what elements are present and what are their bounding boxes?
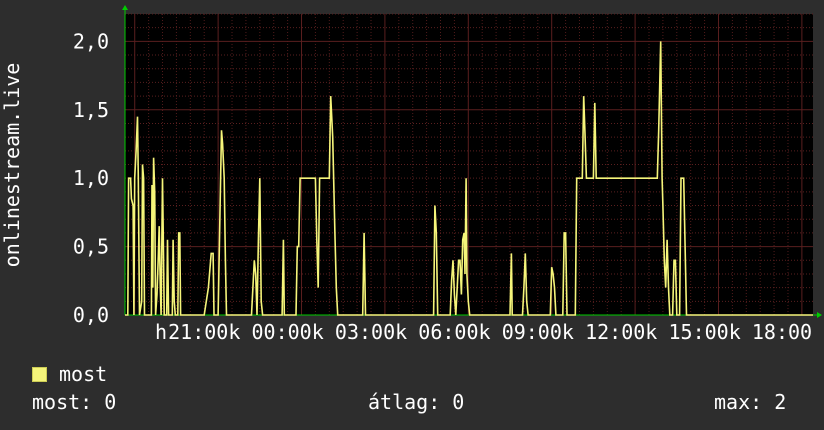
y-tick-label: 0,5 [73,235,109,259]
y-axis-arrow [122,5,128,10]
x-tick-label: 06:00k [418,320,490,344]
stat-average: átlag: 0 [368,390,465,414]
x-tick-label: 21:00k [168,320,240,344]
x-tick-label: 03:00k [335,320,407,344]
y-tick-label: 1,0 [73,166,109,190]
x-tick-label: 09:00k [502,320,574,344]
x-tick-label: 12:00k [585,320,657,344]
y-tick-label: 1,5 [73,98,109,122]
x-axis-arrow [817,312,822,318]
y-axis-label: onlinestream.live [0,63,24,268]
x-tick-label: 18:00 [752,320,812,344]
y-tick-label: 2,0 [73,29,109,53]
stat-max: max: 2 [714,390,787,414]
x-tick-label: 15:00k [668,320,740,344]
legend-swatch-most [32,366,47,382]
plot-area [125,14,813,315]
legend-label-most: most [59,362,108,386]
chart: 0,0 0,5 1,0 1,5 2,0 h 21:00k 00:00k 03:00k 06:00k… [0,5,822,344]
legend: most [32,362,107,386]
x-tick-label: 00:00k [252,320,324,344]
stat-current: most: 0 [32,390,117,414]
y-tick-label: 0,0 [73,303,109,327]
x-tick-label: h [155,320,167,344]
